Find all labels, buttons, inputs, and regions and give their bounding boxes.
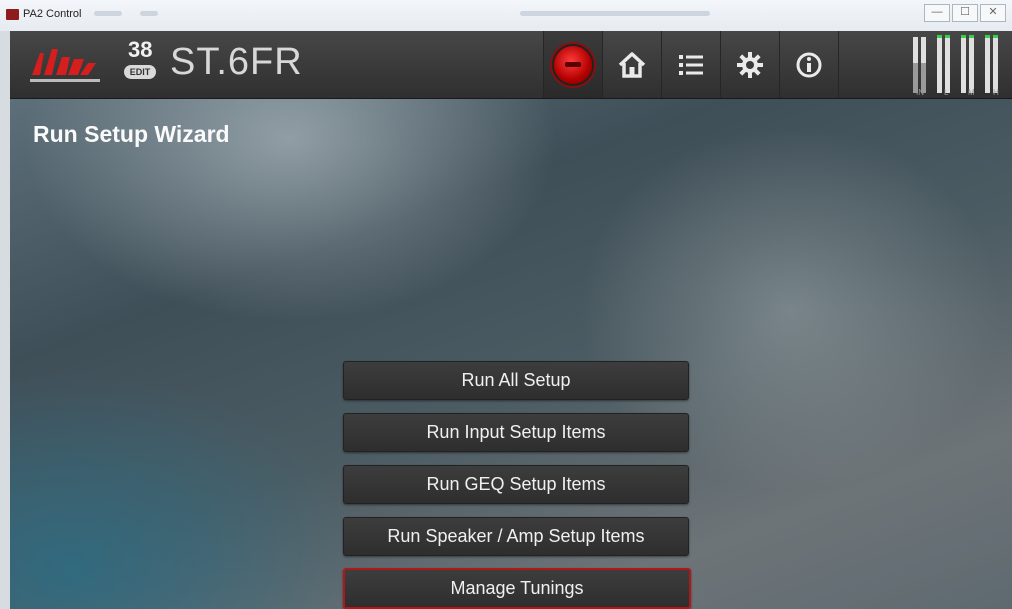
window-titlebar: PA2 Control — ☐ ✕ <box>0 0 1012 32</box>
info-icon <box>796 52 822 77</box>
info-button[interactable] <box>779 31 838 98</box>
titlebar-blur <box>520 11 710 16</box>
titlebar-blur <box>140 11 158 16</box>
manage-tunings-button[interactable]: Manage Tunings <box>343 568 691 609</box>
home-icon <box>618 51 646 78</box>
meter-h <box>985 35 998 93</box>
home-button[interactable] <box>602 31 661 98</box>
minimize-button[interactable]: — <box>924 4 950 22</box>
level-meters <box>913 35 998 93</box>
edit-badge[interactable]: EDIT <box>124 65 156 79</box>
meter-label-l: L <box>944 88 949 97</box>
run-all-setup-button[interactable]: Run All Setup <box>343 361 689 400</box>
wizard-panel: Run Setup Wizard Run All Setup Run Input… <box>10 99 1012 609</box>
header-spacer <box>838 31 901 98</box>
record-button[interactable] <box>543 31 602 98</box>
window-title: PA2 Control <box>23 8 82 20</box>
meter-l <box>937 35 950 93</box>
window-controls: — ☐ ✕ <box>924 4 1006 22</box>
meter-label-m: M <box>968 88 975 97</box>
meter-label-in: IN <box>916 88 924 97</box>
list-icon <box>679 54 703 75</box>
record-icon <box>552 43 594 86</box>
page-title: Run Setup Wizard <box>33 121 230 147</box>
preset-number: 38 <box>128 37 153 62</box>
preset-name: ST.6FR <box>170 41 303 83</box>
app-icon <box>6 9 19 20</box>
meter-in <box>913 37 926 93</box>
app-root: 38 EDIT ST.6FR IN L M H Run Setup Wizard… <box>10 31 1012 609</box>
app-header: 38 EDIT ST.6FR IN L M H <box>10 31 1012 99</box>
maximize-button[interactable]: ☐ <box>952 4 978 22</box>
settings-button[interactable] <box>720 31 779 98</box>
meter-m <box>961 35 974 93</box>
window-left-edge <box>0 31 10 609</box>
run-speaker-amp-setup-button[interactable]: Run Speaker / Amp Setup Items <box>343 517 689 556</box>
gear-icon <box>737 51 763 78</box>
run-geq-setup-button[interactable]: Run GEQ Setup Items <box>343 465 689 504</box>
close-button[interactable]: ✕ <box>980 4 1006 22</box>
meter-label-h: H <box>993 88 999 97</box>
list-button[interactable] <box>661 31 720 98</box>
titlebar-blur <box>94 11 122 16</box>
dbx-logo <box>30 49 100 82</box>
run-input-setup-button[interactable]: Run Input Setup Items <box>343 413 689 452</box>
